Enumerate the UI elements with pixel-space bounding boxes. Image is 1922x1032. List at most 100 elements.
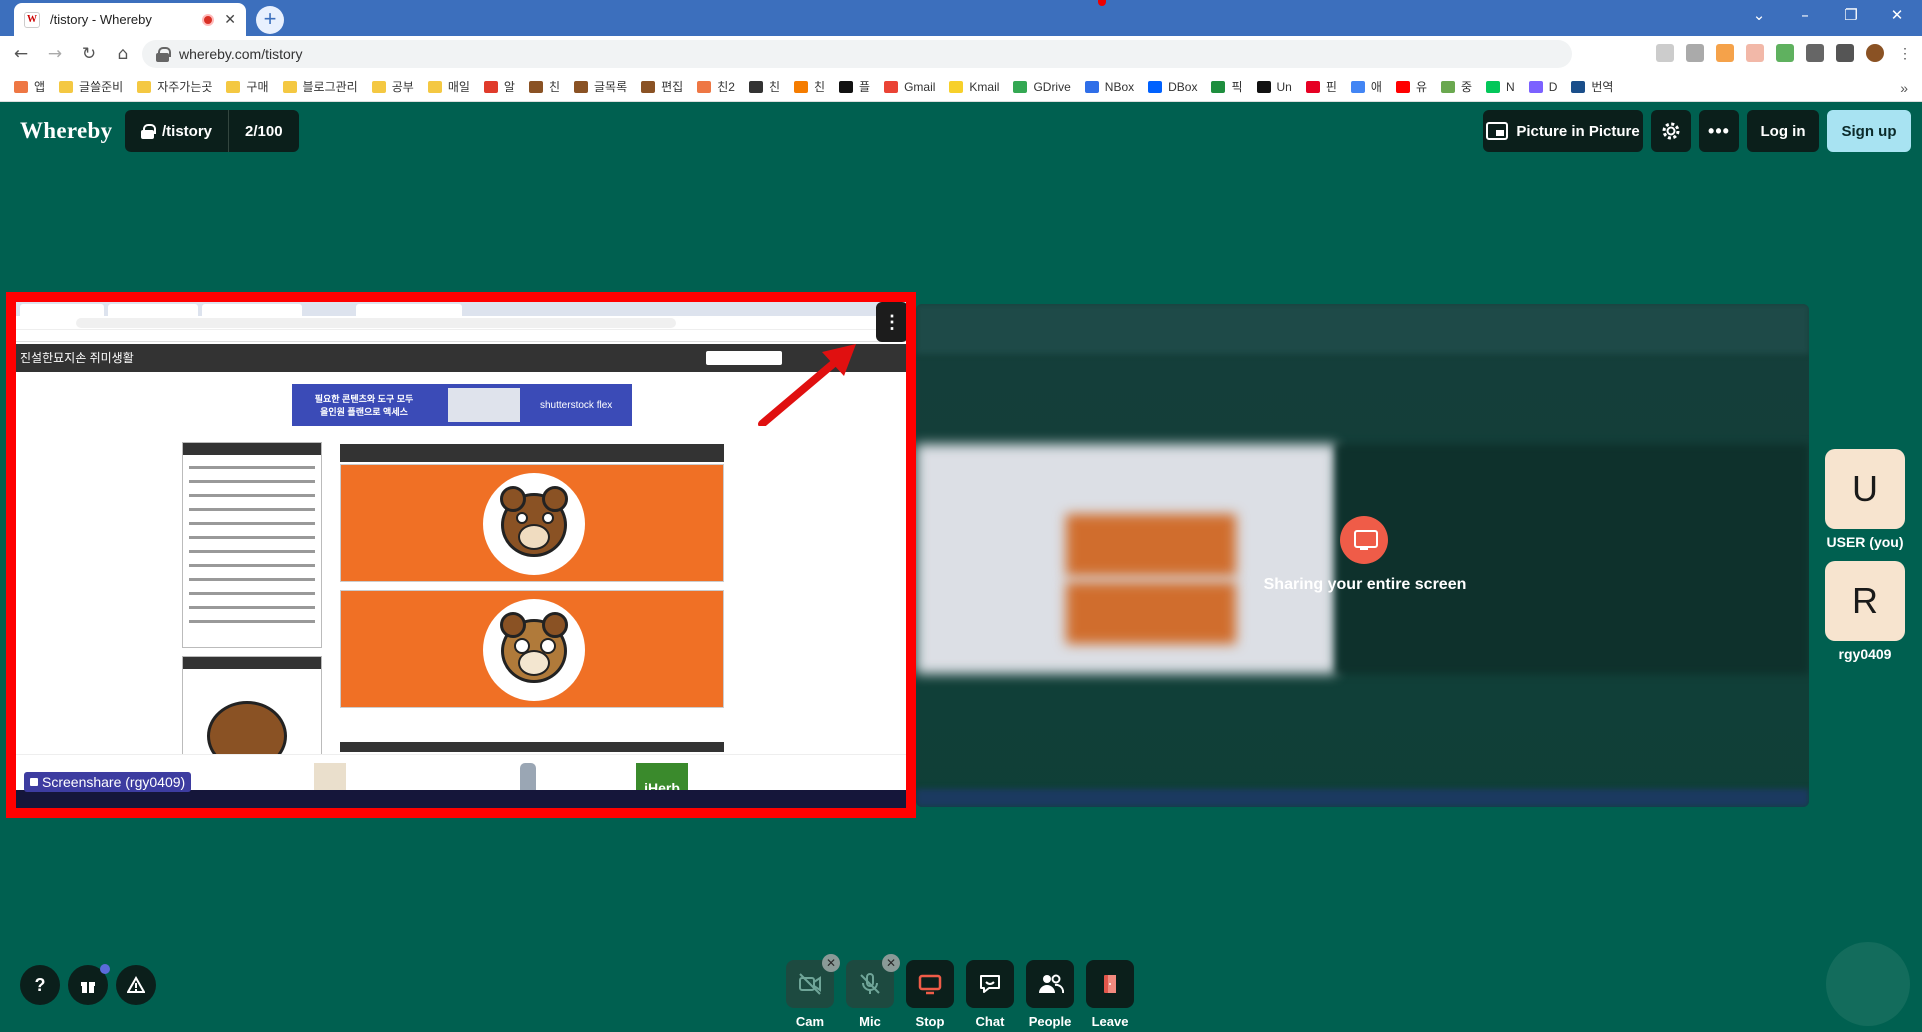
bookmark-item[interactable]: 플 <box>839 78 870 95</box>
bookmark-item[interactable]: 편집 <box>641 78 683 95</box>
notification-badge <box>100 964 110 974</box>
bookmark-item[interactable]: 친 <box>793 78 825 95</box>
reload-icon[interactable]: ↻ <box>76 41 102 67</box>
profile-avatar[interactable] <box>1866 44 1884 62</box>
bookmark-item[interactable]: 친2 <box>697 78 735 95</box>
notice-widget <box>182 442 322 648</box>
tab-title: /tistory - Whereby <box>50 12 152 27</box>
whereby-logo[interactable]: Whereby <box>20 118 112 144</box>
shared-address-bar <box>16 316 906 330</box>
people-label: People <box>1028 1014 1072 1029</box>
bookmark-item[interactable]: Un <box>1256 80 1292 94</box>
bookmark-folder[interactable]: 글쓸준비 <box>59 78 123 95</box>
bookmark-item[interactable]: D <box>1528 80 1557 94</box>
warning-icon <box>126 975 146 993</box>
login-button[interactable]: Log in <box>1747 110 1819 152</box>
bookmark-item[interactable]: 유 <box>1395 78 1427 95</box>
ad-image <box>448 388 520 422</box>
picture-in-picture-button[interactable]: Picture in Picture <box>1483 110 1643 152</box>
bookmark-item[interactable]: 친 <box>528 78 560 95</box>
extension-icon[interactable] <box>1656 44 1674 62</box>
ad-text: 필요한 콘텐츠와 도구 모두 올인원 플랜으로 액세스 <box>314 394 414 417</box>
bookmark-item[interactable]: 번역 <box>1571 78 1613 95</box>
bookmark-item[interactable]: 중 <box>1441 78 1472 95</box>
nbox-bookmark[interactable]: NBox <box>1084 80 1134 94</box>
blog-title: 진설한묘지손 쥐미생활 <box>20 351 134 365</box>
mic-label: Mic <box>859 1014 881 1029</box>
gdrive-bookmark[interactable]: GDrive <box>1013 80 1071 94</box>
stop-label: Stop <box>915 1014 945 1029</box>
tile-menu-button[interactable]: ⋮ <box>876 302 906 342</box>
bookmark-item[interactable]: 애 <box>1350 78 1382 95</box>
cam-label: Cam <box>795 1014 825 1029</box>
screen-share-icon <box>1340 516 1388 564</box>
new-tab-button[interactable]: + <box>256 6 284 34</box>
url-text: whereby.com/tistory <box>179 46 303 62</box>
report-issue-button[interactable] <box>116 965 156 1005</box>
bookmark-folder[interactable]: 블로그관리 <box>282 78 358 95</box>
close-window-button[interactable]: ✕ <box>1874 0 1920 30</box>
bookmark-item[interactable]: 친 <box>748 78 780 95</box>
exit-door-icon <box>1104 975 1116 993</box>
bookmark-folder[interactable]: 공부 <box>371 78 414 95</box>
bear-character-image <box>483 473 585 575</box>
stop-share-button[interactable] <box>906 960 954 1008</box>
settings-button[interactable] <box>1651 110 1691 152</box>
bookmark-folder[interactable]: 자주가는곳 <box>137 78 212 95</box>
kmail-bookmark[interactable]: Kmail <box>949 80 999 94</box>
room-name: /tistory <box>162 122 213 140</box>
more-options-button[interactable]: ••• <box>1699 110 1739 152</box>
lock-icon <box>141 124 156 139</box>
people-icon <box>1039 974 1064 994</box>
participant-avatar-user[interactable]: U <box>1825 449 1905 529</box>
browser-tab[interactable]: W /tistory - Whereby ✕ <box>14 3 246 36</box>
forward-icon[interactable]: → <box>42 41 68 67</box>
room-info[interactable]: /tistory 2/100 <box>125 110 299 152</box>
leave-label: Leave <box>1091 1014 1129 1029</box>
extension-icon[interactable] <box>1776 44 1794 62</box>
post-thumbnail <box>340 590 724 708</box>
leave-button[interactable] <box>1086 960 1134 1008</box>
people-button[interactable] <box>1026 960 1074 1008</box>
post-thumbnail <box>340 464 724 582</box>
tab-search-icon[interactable]: ⌄ <box>1736 0 1782 30</box>
bookmark-item[interactable]: 앱 <box>14 78 45 95</box>
screenshare-label: Screenshare (rgy0409) <box>24 772 192 792</box>
minimize-button[interactable]: – <box>1782 0 1828 30</box>
kebab-menu-icon[interactable]: ⋮ <box>1896 44 1914 62</box>
bookmarks-bar: 앱 글쓸준비 자주가는곳 구매 블로그관리 공부 매일 알 친 글목록 편집 친… <box>0 72 1922 102</box>
bookmark-item[interactable]: N <box>1486 80 1515 94</box>
bookmark-folder[interactable]: 구매 <box>226 78 269 95</box>
sharing-status-text: Sharing your entire screen <box>1263 576 1467 593</box>
bookmark-folder[interactable]: 매일 <box>427 78 470 95</box>
ad-brand: shutterstock flex <box>540 400 613 411</box>
extension-icon[interactable] <box>1686 44 1704 62</box>
bookmark-item[interactable]: 알 <box>483 78 515 95</box>
side-panel-icon[interactable] <box>1836 44 1854 62</box>
camera-off-icon <box>799 973 821 995</box>
more-bookmarks-icon[interactable]: » <box>1900 80 1908 96</box>
gmail-bookmark[interactable]: Gmail <box>884 80 935 94</box>
bookmark-item[interactable]: 픽 <box>1211 78 1243 95</box>
bookmark-item[interactable]: 핀 <box>1305 78 1337 95</box>
home-icon[interactable]: ⌂ <box>110 41 136 67</box>
participant-avatar-rgy0409[interactable]: R <box>1825 561 1905 641</box>
address-bar[interactable]: whereby.com/tistory <box>142 40 1572 68</box>
help-button[interactable]: ? <box>20 965 60 1005</box>
extension-icon[interactable] <box>1746 44 1764 62</box>
restore-button[interactable]: ❐ <box>1828 0 1874 30</box>
dbox-bookmark[interactable]: DBox <box>1148 80 1197 94</box>
close-tab-icon[interactable]: ✕ <box>224 11 236 28</box>
extension-icon[interactable] <box>1716 44 1734 62</box>
back-icon[interactable]: ← <box>8 41 34 67</box>
signup-button[interactable]: Sign up <box>1827 110 1911 152</box>
bookmark-item[interactable]: 글목록 <box>574 78 627 95</box>
browser-titlebar: W /tistory - Whereby ✕ + ⌄ – ❐ ✕ <box>0 0 1922 36</box>
post-list-header <box>340 444 724 462</box>
screen-icon <box>30 778 38 786</box>
extensions-puzzle-icon[interactable] <box>1806 44 1824 62</box>
chat-button[interactable] <box>966 960 1014 1008</box>
lock-icon <box>156 47 171 62</box>
shared-browser-tabs <box>16 302 906 316</box>
gear-icon <box>1662 122 1680 140</box>
